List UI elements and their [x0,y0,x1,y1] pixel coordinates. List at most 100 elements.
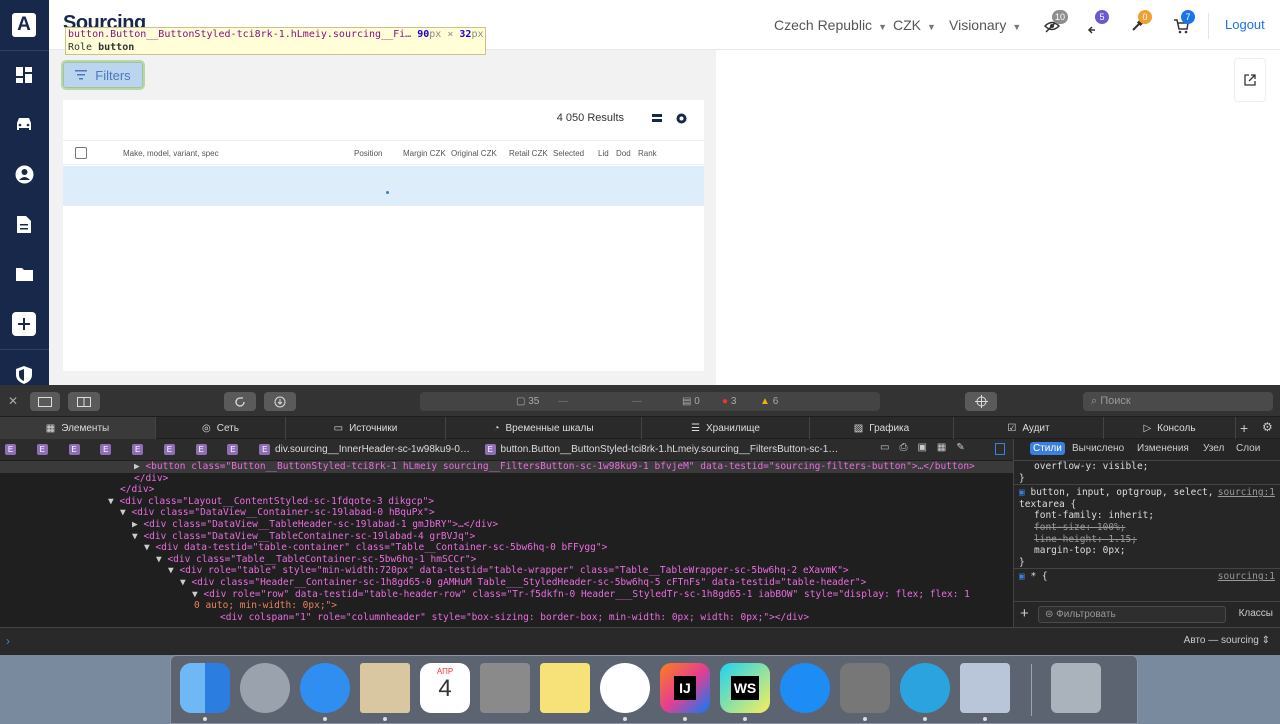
telegram-icon[interactable] [900,663,950,713]
element-crumb-icon[interactable]: E [5,444,16,455]
column-header[interactable]: Selected [553,149,584,158]
dom-node[interactable]: ▼ <div class="DataView__TableContainer-s… [0,531,1013,543]
style-declaration[interactable]: margin-top: 0px; [1014,545,1280,557]
rule-source-link[interactable]: sourcing:1 [1218,487,1275,499]
style-declaration-overridden[interactable]: line-height: 1.15; [1014,534,1280,546]
dom-node[interactable]: ▼ <div class="DataView__Container-sc-19l… [0,507,1013,519]
element-crumb-icon[interactable]: E [259,444,271,455]
profile-dropdown[interactable]: Visionary ▼ [949,17,1021,33]
dom-node[interactable]: </div> [0,484,1013,496]
mail-bird-icon[interactable] [360,663,410,713]
style-declaration[interactable]: overflow-y: visible; [1014,461,1280,473]
tab-network[interactable]: ◎ Сеть [156,417,286,439]
dashboard-icon[interactable] [12,63,36,87]
rule-selector[interactable]: * { [1030,571,1047,582]
dom-node[interactable]: ▼ <div class="Header__Container-sc-1h8gd… [0,577,1013,589]
system-preferences-icon[interactable] [840,663,890,713]
tab-storage[interactable]: ☰ Хранилище [642,417,810,439]
logout-link[interactable]: Logout [1225,17,1265,32]
auction-button[interactable]: 0 [1130,10,1152,34]
element-crumb-icon[interactable]: E [227,444,239,455]
breadcrumb-item[interactable]: button.Button__ButtonStyled-tci8rk-1.hLm… [501,444,839,455]
tab-sources[interactable]: ▭ Источники [286,417,446,439]
car-icon[interactable] [12,112,36,136]
user-icon[interactable] [12,162,36,186]
tab-graphics[interactable]: ▨ Графика [810,417,954,439]
dom-node[interactable]: ▶ <button class="Button__ButtonStyled-tc… [0,461,1013,473]
style-declaration-overridden[interactable]: font-size: 100%; [1014,522,1280,534]
close-icon[interactable]: ✕ [8,394,18,408]
filters-button[interactable]: Filters [61,60,145,90]
column-header[interactable]: Retail CZK [509,149,548,158]
shield-icon[interactable] [12,363,36,385]
element-crumb-icon[interactable]: E [163,444,175,455]
element-crumb-icon[interactable]: E [132,444,144,455]
sidebar-toggle-icon[interactable] [995,443,1005,455]
dom-node[interactable]: ▼ <div class="Layout__ContentStyled-sc-1… [0,496,1013,508]
preview-icon[interactable] [960,663,1010,713]
trash-icon[interactable] [1051,663,1101,713]
add-tab-icon[interactable]: + [1240,420,1248,436]
devtools-search[interactable]: ⌕ Поиск [1083,392,1273,411]
app-logo[interactable]: A [12,13,36,37]
calendar-icon[interactable]: АПР 4 [420,663,470,713]
tab-audit[interactable]: ☑ Аудит [954,417,1104,439]
tab-node[interactable]: Узел [1203,443,1224,454]
dom-node[interactable]: ▼ <div data-testid="table-container" cla… [0,542,1013,554]
dom-node[interactable]: ▼ <div class="Table__TableContainer-sc-5… [0,554,1013,566]
dom-node[interactable]: <div colspan="1" role="columnheader" sty… [0,612,1013,624]
element-crumb-icon[interactable]: E [36,444,48,455]
warning-count[interactable]: ▲ 6 [760,396,778,407]
country-dropdown[interactable]: Czech Republic ▼ [774,17,887,33]
finder-icon[interactable] [180,663,230,713]
cart-button[interactable]: 7 [1173,10,1195,34]
element-crumb-icon[interactable]: E [195,444,207,455]
download-button[interactable] [264,392,296,411]
dock-mode-button[interactable] [30,392,60,411]
add-icon[interactable] [12,312,36,336]
tab-computed[interactable]: Вычислено [1072,443,1124,454]
tab-timelines[interactable]: ◔ Временные шкалы [446,417,642,439]
style-declaration[interactable]: font-family: inherit; [1014,510,1280,522]
dom-node[interactable]: ▼ <div role="table" style="min-width:720… [0,565,1013,577]
app-store-icon[interactable] [780,663,830,713]
element-crumb-icon[interactable]: E [100,444,112,455]
classes-button[interactable]: Классы [1239,608,1273,619]
currency-dropdown[interactable]: CZK ▼ [893,17,936,33]
calculator-icon[interactable] [480,663,530,713]
list-view-button[interactable] [651,112,665,126]
column-header[interactable]: Rank [638,149,657,158]
folder-icon[interactable] [12,262,36,286]
safari-icon[interactable] [300,663,350,713]
slack-icon[interactable] [600,663,650,713]
column-header[interactable]: Original CZK [451,149,497,158]
settings-gear-icon[interactable]: ⚙ [1262,420,1273,434]
transfer-button[interactable]: 5 [1087,10,1109,34]
rule-selector-cont[interactable]: textarea { [1014,499,1280,511]
launchpad-icon[interactable] [240,663,290,713]
column-header[interactable]: Position [354,149,382,158]
console-prompt[interactable]: › Авто — sourcing ⇕ [0,627,1280,655]
column-header[interactable]: Dod [616,149,631,158]
webstorm-icon[interactable]: WS [720,663,770,713]
open-external-button[interactable] [1234,58,1266,102]
reload-button[interactable] [224,392,256,411]
column-header[interactable]: Make, model, variant, spec [123,149,219,158]
column-header[interactable]: Lid [598,149,609,158]
dom-toolbar-icons[interactable]: ▭⎙▣▦✎ [880,442,975,453]
dom-node[interactable]: ▼ <div role="row" data-testid="table-hea… [0,589,1013,601]
document-icon[interactable] [12,212,36,236]
tab-changes[interactable]: Изменения [1137,443,1189,454]
tab-styles[interactable]: Стили [1030,442,1065,455]
error-count[interactable]: ● 3 [722,396,736,407]
table-settings-button[interactable] [675,112,689,126]
tab-elements[interactable]: ▦ Элементы [0,417,156,439]
element-crumb-icon[interactable]: E [484,444,496,455]
split-view-button[interactable] [68,392,100,411]
select-all-checkbox[interactable] [75,147,87,159]
console-context-selector[interactable]: Авто — sourcing ⇕ [1184,635,1270,646]
document-count[interactable]: ▢ 35 [516,396,539,407]
rule-selector[interactable]: button, input, optgroup, select, [1030,487,1213,498]
styles-filter-input[interactable]: ⊜ Фильтровать [1038,606,1226,623]
intellij-icon[interactable]: IJ [660,663,710,713]
